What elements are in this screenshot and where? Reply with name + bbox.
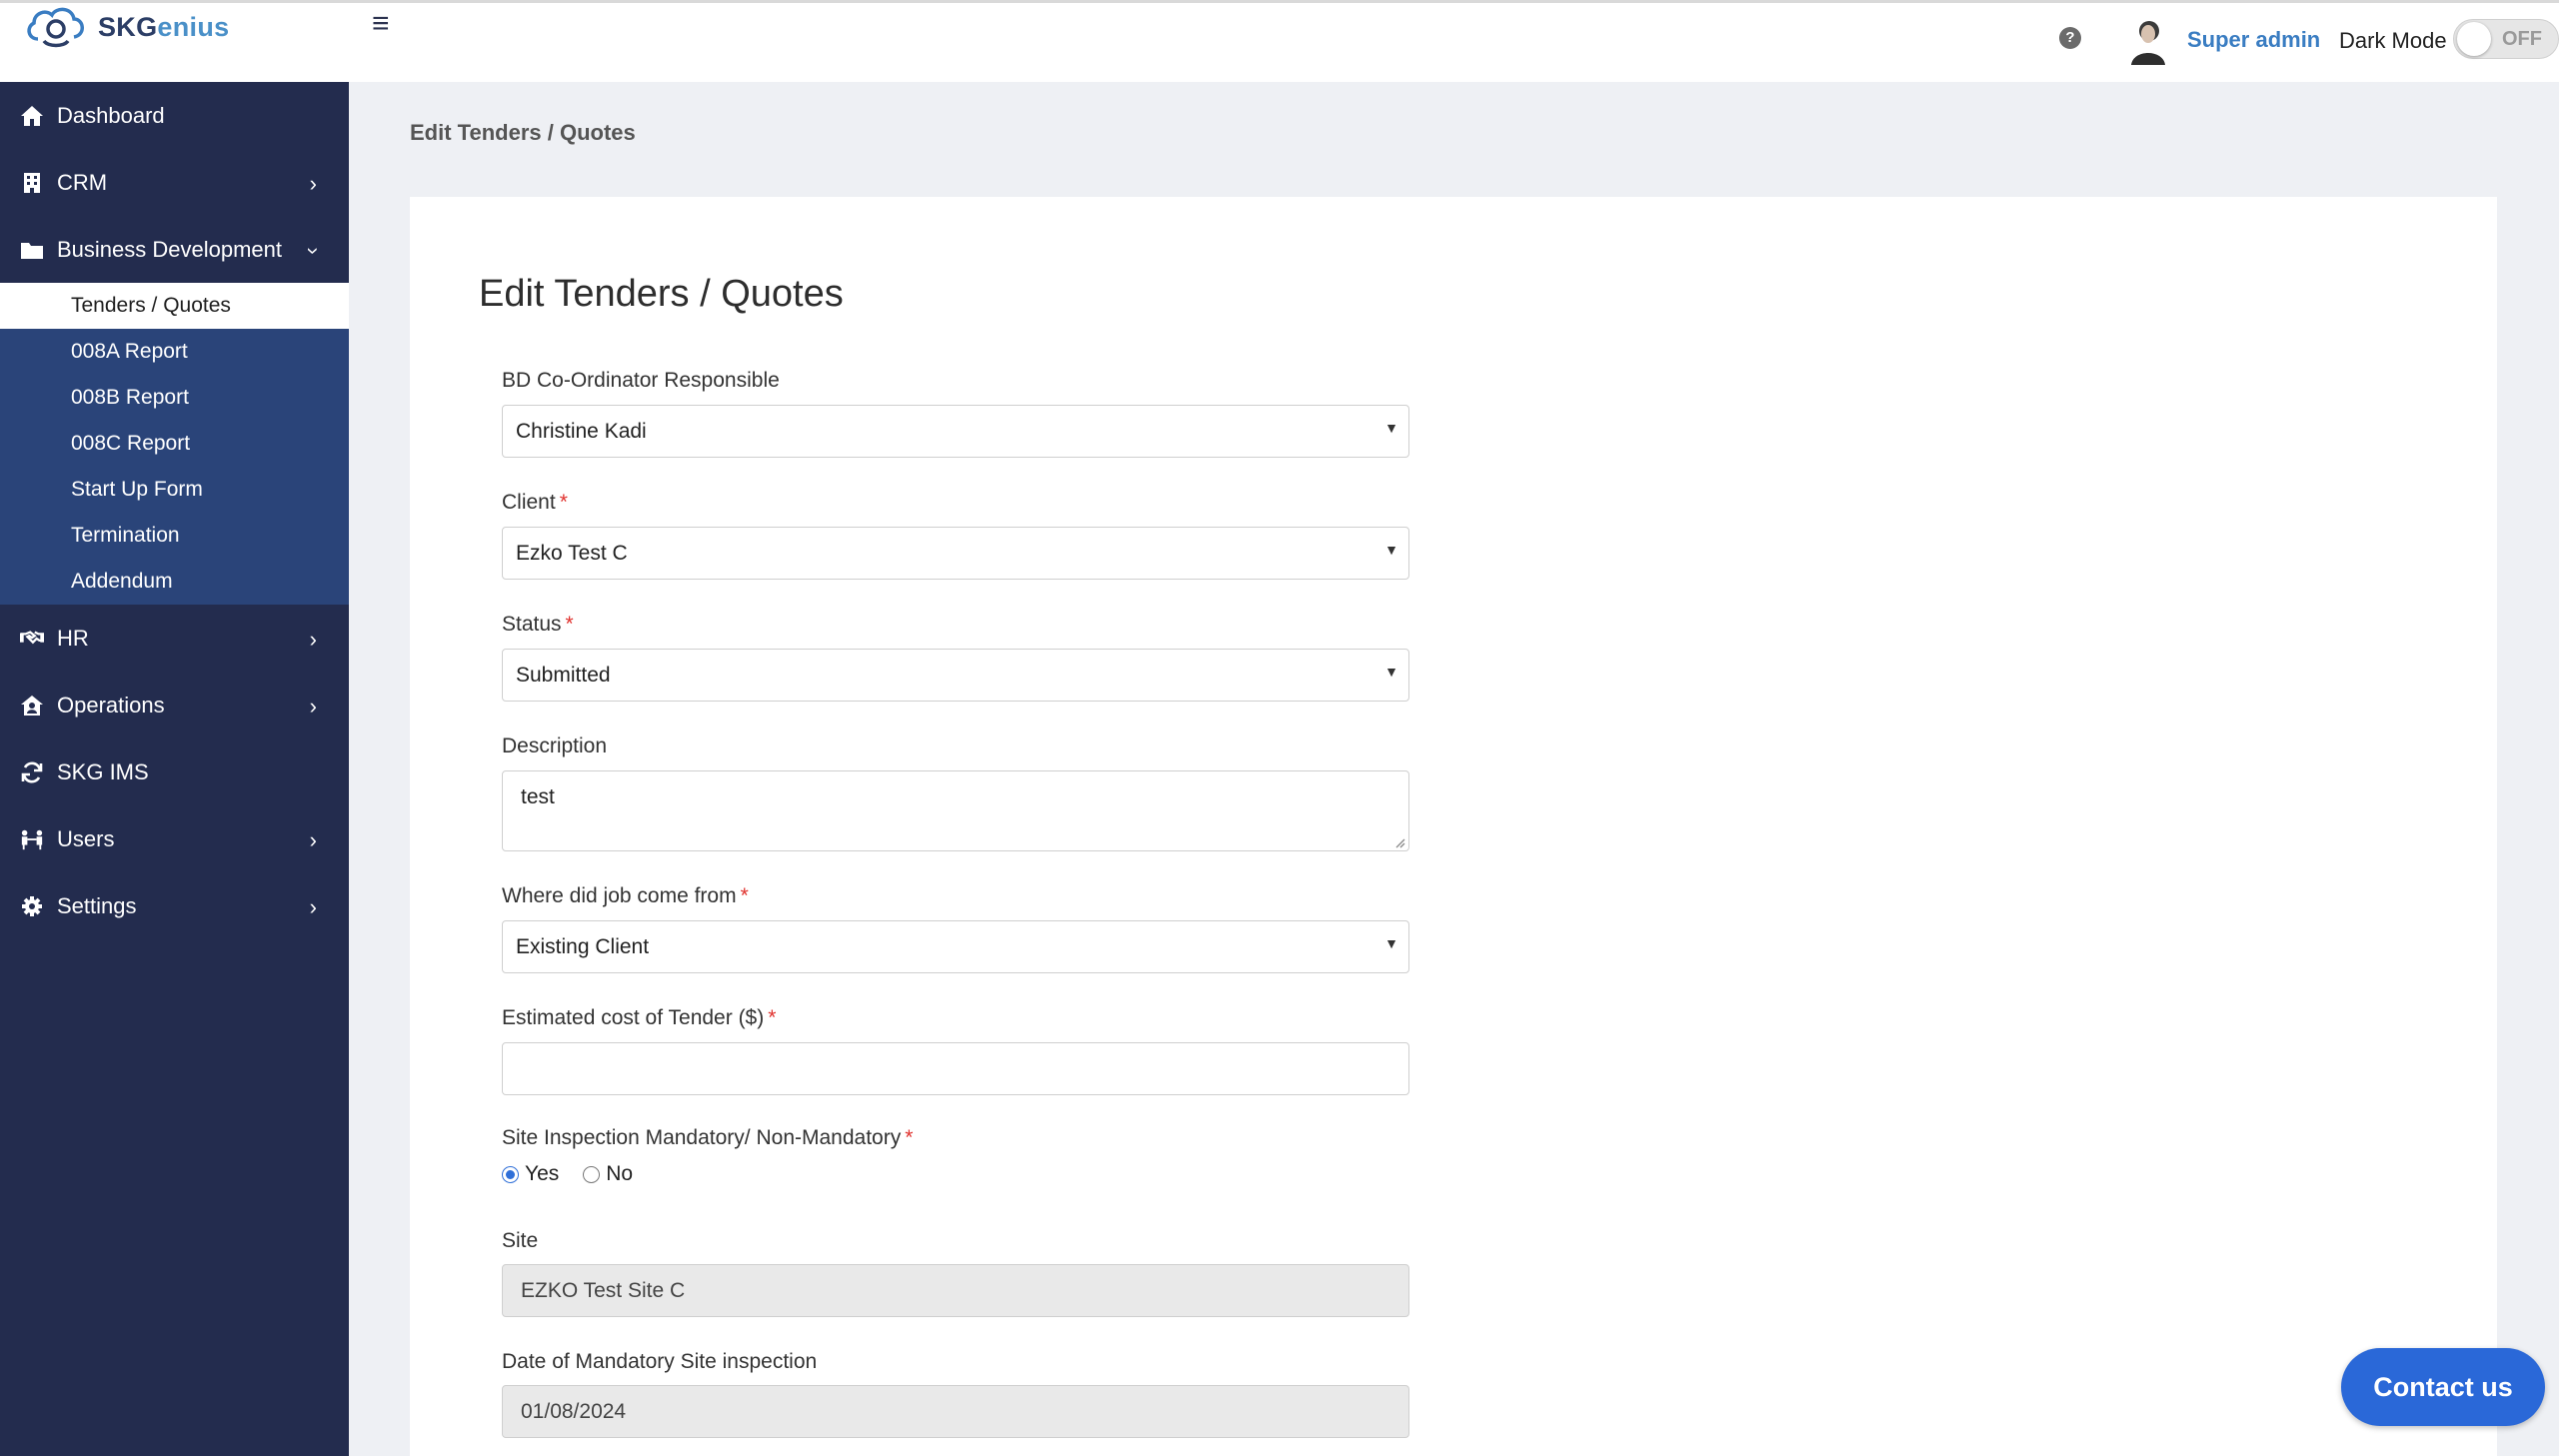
user-name[interactable]: Super admin	[2187, 27, 2320, 53]
building-icon	[20, 171, 44, 195]
site-inspection-label: Site Inspection Mandatory/ Non-Mandatory…	[502, 1126, 914, 1149]
job-source-select[interactable]: Existing Client ▼	[502, 920, 1409, 973]
site-inspection-radio-group: Yes No	[502, 1162, 657, 1186]
select-value: Christine Kadi	[516, 420, 647, 443]
form-card: Edit Tenders / Quotes BD Co-Ordinator Re…	[410, 197, 2497, 1456]
sidebar-item-users[interactable]: Users ›	[0, 805, 349, 872]
cloud-logo-icon	[27, 7, 84, 48]
textarea-value: test	[521, 785, 555, 808]
site-label: Site	[502, 1229, 539, 1252]
input-value: 01/08/2024	[521, 1400, 627, 1423]
submenu-item-addendum[interactable]: Addendum	[0, 559, 349, 605]
app-logo[interactable]: SKGenius	[24, 5, 229, 49]
select-value: Ezko Test C	[516, 542, 628, 565]
estimated-cost-label: Estimated cost of Tender ($) *	[502, 1006, 777, 1029]
top-bar: SKGenius ≡ ? Super admin Dark Mode OFF	[0, 0, 2559, 82]
submenu-item-008b-report[interactable]: 008B Report	[0, 375, 349, 421]
sidebar-item-skg-ims[interactable]: SKG IMS	[0, 738, 349, 805]
chevron-right-icon: ›	[309, 694, 317, 719]
input-value: EZKO Test Site C	[521, 1279, 686, 1302]
status-label: Status *	[502, 613, 574, 636]
dropdown-arrow-icon: ▼	[1384, 420, 1398, 436]
submenu-item-start-up-form[interactable]: Start Up Form	[0, 467, 349, 513]
job-source-label: Where did job come from *	[502, 884, 749, 907]
folder-icon	[20, 238, 44, 262]
sidebar-item-settings[interactable]: Settings ›	[0, 872, 349, 939]
chevron-down-icon: ›	[301, 247, 327, 255]
required-marker: *	[565, 613, 574, 636]
status-select[interactable]: Submitted ▼	[502, 649, 1409, 702]
chevron-right-icon: ›	[309, 894, 317, 919]
submenu-item-tenders-quotes[interactable]: Tenders / Quotes	[0, 283, 349, 329]
dark-mode-toggle[interactable]: OFF	[2453, 19, 2559, 59]
sidebar-item-operations[interactable]: Operations ›	[0, 672, 349, 738]
select-value: Submitted	[516, 664, 611, 687]
dropdown-arrow-icon: ▼	[1384, 935, 1398, 951]
sidebar-item-label: SKG IMS	[57, 758, 149, 784]
radio-yes-label[interactable]: Yes	[525, 1162, 559, 1186]
gear-icon	[20, 894, 44, 918]
sidebar-item-label: HR	[57, 625, 89, 651]
required-marker: *	[559, 491, 568, 514]
radio-yes[interactable]	[502, 1165, 519, 1183]
sidebar: Dashboard CRM › Business Development › T…	[0, 82, 349, 1456]
submenu-item-008a-report[interactable]: 008A Report	[0, 329, 349, 375]
chevron-right-icon: ›	[309, 627, 317, 652]
estimated-cost-input[interactable]	[502, 1042, 1409, 1095]
chevron-right-icon: ›	[309, 171, 317, 196]
page-title: Edit Tenders / Quotes	[479, 273, 844, 315]
contact-us-button[interactable]: Contact us	[2341, 1348, 2545, 1426]
logo-text: SKGenius	[98, 11, 230, 42]
house-user-icon	[20, 694, 44, 718]
inspection-date-input: 01/08/2024	[502, 1385, 1409, 1438]
avatar[interactable]	[2127, 17, 2169, 65]
description-label: Description	[502, 734, 608, 757]
handshake-icon	[20, 627, 44, 651]
radio-no-label[interactable]: No	[606, 1162, 633, 1186]
chevron-right-icon: ›	[309, 827, 317, 852]
client-select[interactable]: Ezko Test C ▼	[502, 527, 1409, 580]
sidebar-item-crm[interactable]: CRM ›	[0, 149, 349, 216]
required-marker: *	[905, 1126, 914, 1149]
bd-coordinator-label: BD Co-Ordinator Responsible	[502, 369, 780, 392]
home-icon	[20, 104, 44, 128]
sidebar-item-business-development[interactable]: Business Development ›	[0, 216, 349, 283]
business-development-submenu: Tenders / Quotes 008A Report 008B Report…	[0, 283, 349, 605]
sync-icon	[20, 760, 44, 784]
bd-coordinator-select[interactable]: Christine Kadi ▼	[502, 405, 1409, 458]
required-marker: *	[768, 1006, 777, 1029]
select-value: Existing Client	[516, 935, 650, 958]
submenu-item-008c-report[interactable]: 008C Report	[0, 421, 349, 467]
submenu-item-termination[interactable]: Termination	[0, 513, 349, 559]
client-label: Client *	[502, 491, 568, 514]
toggle-state: OFF	[2502, 28, 2542, 50]
breadcrumb: Edit Tenders / Quotes	[410, 120, 636, 145]
sidebar-item-label: Users	[57, 825, 115, 851]
description-textarea[interactable]: test	[502, 770, 1409, 851]
sidebar-item-label: Settings	[57, 892, 137, 918]
dropdown-arrow-icon: ▼	[1384, 664, 1398, 680]
radio-no[interactable]	[583, 1165, 601, 1183]
hamburger-menu-icon[interactable]: ≡	[372, 9, 390, 39]
sidebar-item-label: Dashboard	[57, 102, 165, 128]
sidebar-item-label: CRM	[57, 169, 108, 195]
toggle-knob	[2457, 22, 2491, 56]
sidebar-item-dashboard[interactable]: Dashboard	[0, 82, 349, 149]
users-icon	[20, 827, 44, 851]
inspection-date-label: Date of Mandatory Site inspection	[502, 1350, 818, 1373]
dark-mode-label: Dark Mode	[2339, 28, 2447, 53]
resize-grip-icon[interactable]	[1393, 836, 1405, 848]
help-icon[interactable]: ?	[2059, 27, 2081, 49]
sidebar-item-hr[interactable]: HR ›	[0, 605, 349, 672]
sidebar-item-label: Business Development	[57, 236, 283, 262]
site-input: EZKO Test Site C	[502, 1264, 1409, 1317]
required-marker: *	[740, 884, 749, 907]
sidebar-item-label: Operations	[57, 692, 165, 718]
dropdown-arrow-icon: ▼	[1384, 542, 1398, 558]
